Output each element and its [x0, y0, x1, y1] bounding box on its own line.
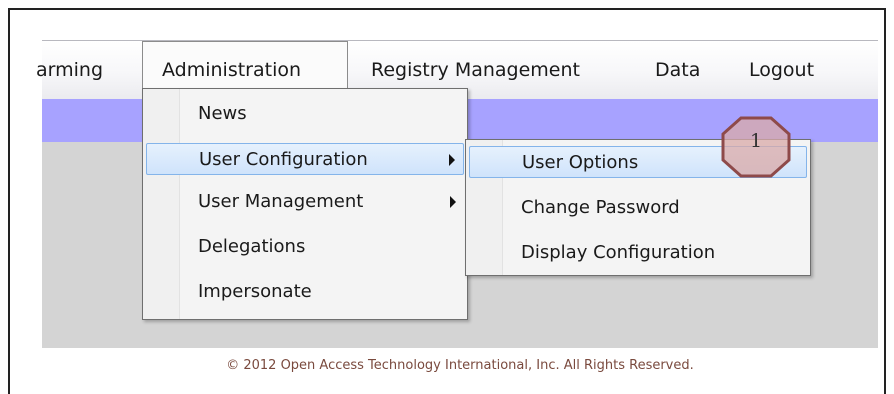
step-callout-badge: 1 — [721, 116, 791, 178]
news-label: News — [198, 103, 247, 124]
menu-item-news[interactable]: News — [146, 98, 464, 130]
menu-item-farming[interactable]: arming — [36, 41, 103, 99]
menu-item-user-management[interactable]: User Management — [146, 186, 464, 218]
menu-item-delegations[interactable]: Delegations — [146, 231, 464, 263]
impersonate-label: Impersonate — [198, 281, 312, 302]
submenu-arrow-icon — [450, 196, 456, 208]
menu-item-data[interactable]: Data — [655, 41, 700, 99]
user-management-label: User Management — [198, 191, 364, 212]
menu-item-impersonate[interactable]: Impersonate — [146, 276, 464, 308]
display-configuration-label: Display Configuration — [521, 242, 716, 263]
copyright-footer: © 2012 Open Access Technology Internatio… — [226, 358, 694, 373]
menu-item-user-configuration[interactable]: User Configuration — [146, 143, 464, 175]
change-password-label: Change Password — [521, 197, 680, 218]
menu-item-change-password[interactable]: Change Password — [469, 192, 807, 224]
user-configuration-label: User Configuration — [199, 149, 368, 170]
submenu-arrow-icon — [449, 154, 455, 166]
user-options-label: User Options — [522, 152, 639, 173]
delegations-label: Delegations — [198, 236, 306, 257]
administration-dropdown: News User Configuration User Management … — [142, 88, 468, 320]
menu-item-display-configuration[interactable]: Display Configuration — [469, 237, 807, 269]
step-number: 1 — [749, 130, 763, 152]
menu-item-logout[interactable]: Logout — [749, 41, 814, 99]
